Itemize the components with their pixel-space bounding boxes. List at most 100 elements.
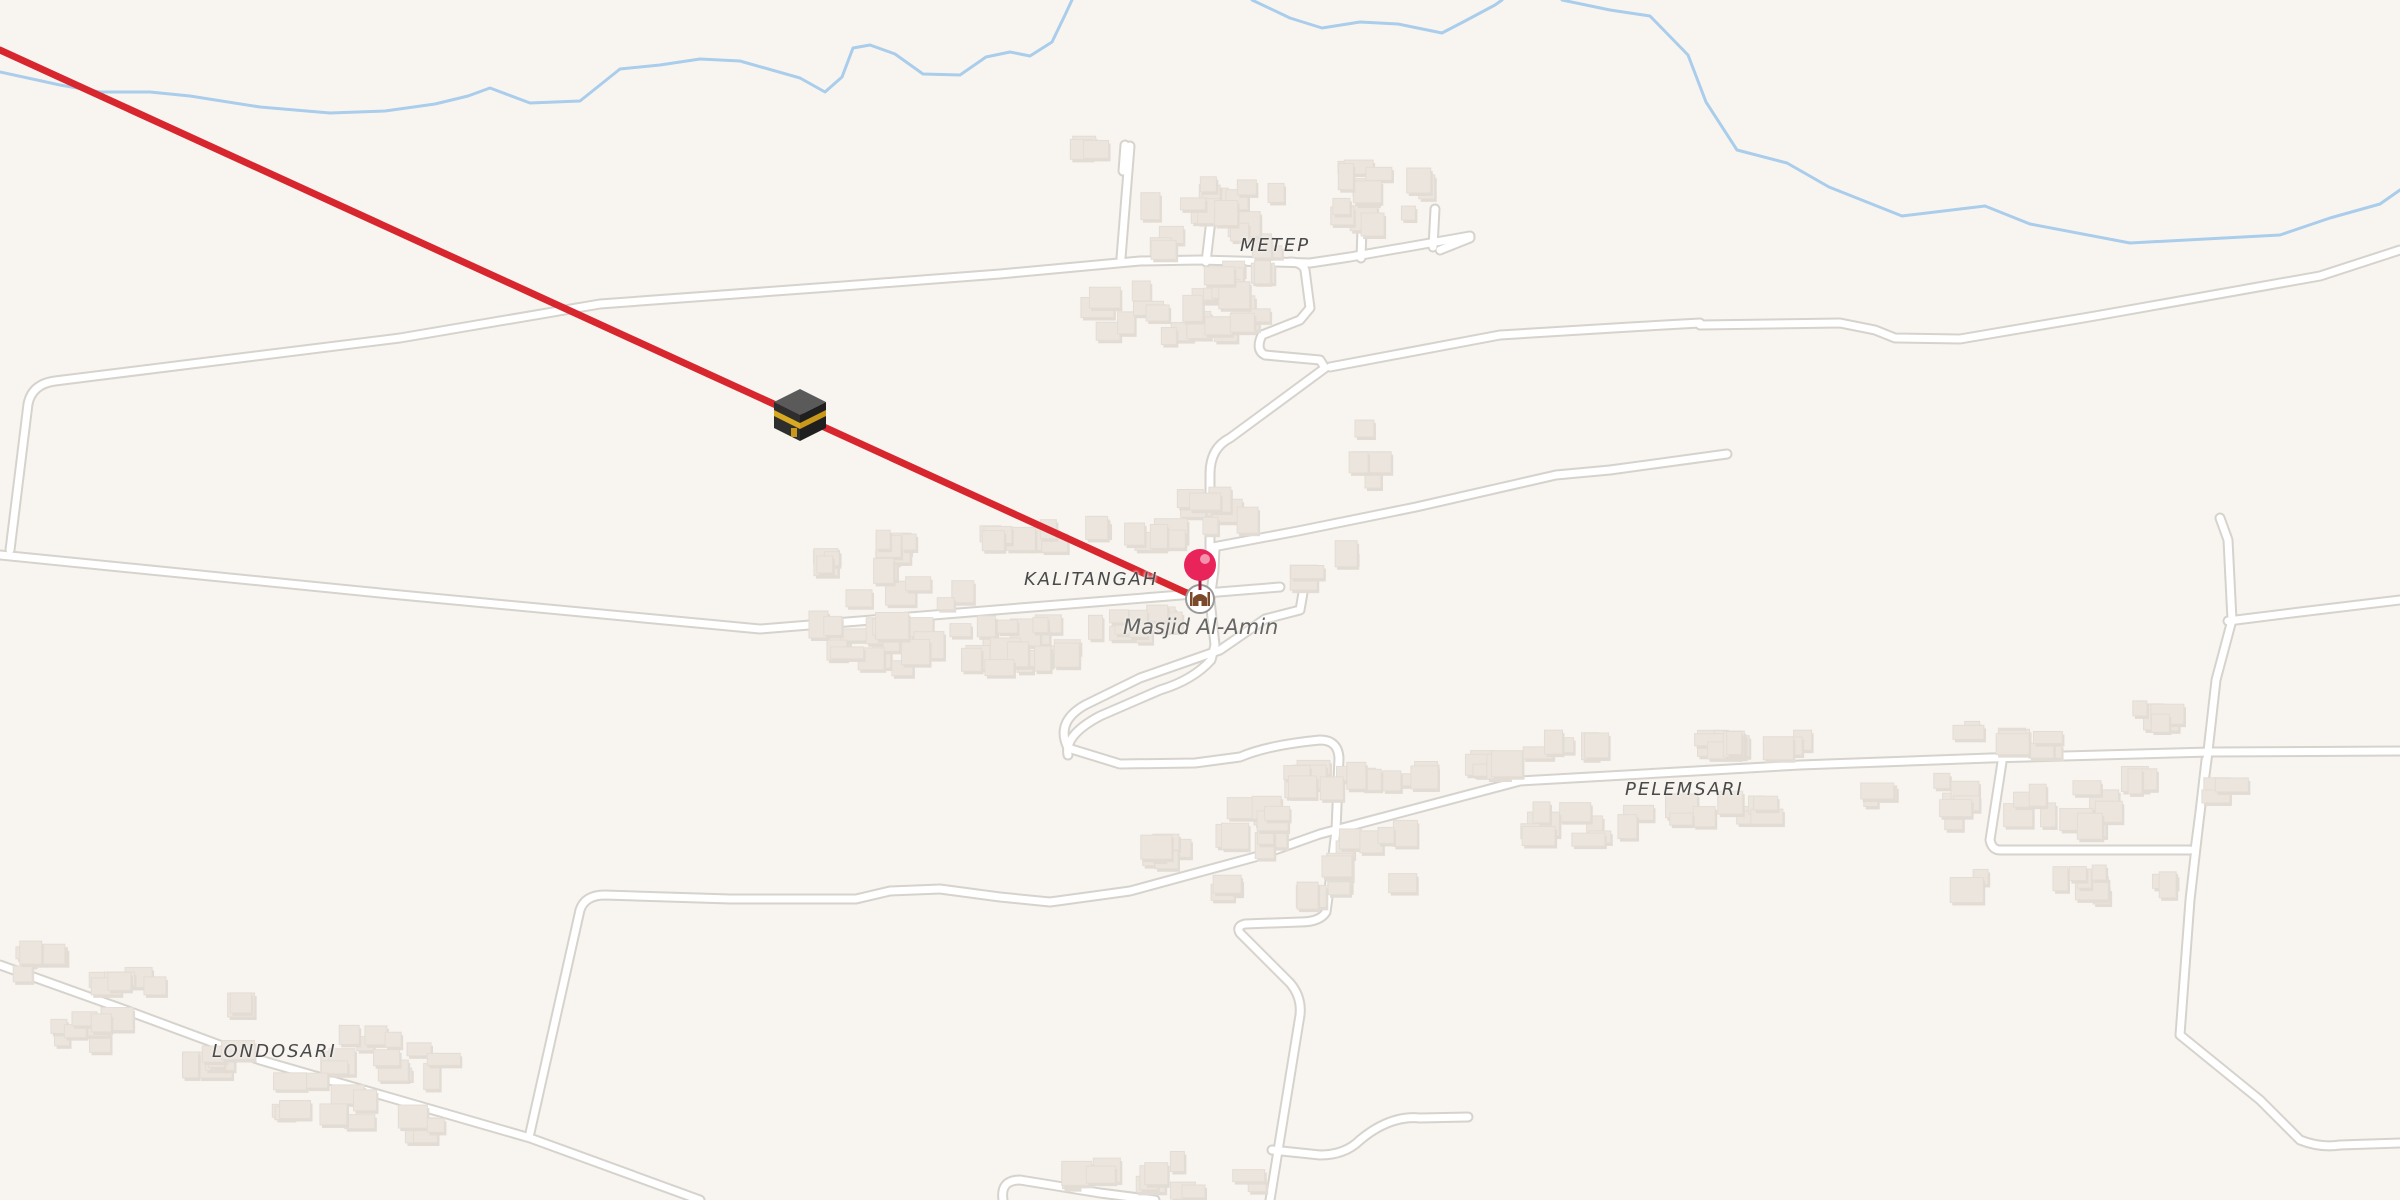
building xyxy=(1088,614,1104,640)
building xyxy=(905,576,932,592)
building xyxy=(2158,871,2177,899)
building xyxy=(1332,197,1351,215)
building xyxy=(384,1031,402,1048)
building xyxy=(873,557,895,584)
building xyxy=(936,597,955,611)
building xyxy=(1388,873,1418,894)
building xyxy=(2132,700,2148,717)
building xyxy=(352,1089,377,1112)
building xyxy=(1140,834,1173,860)
building xyxy=(1762,736,1794,761)
building xyxy=(1204,316,1233,336)
building xyxy=(1753,795,1779,811)
building xyxy=(1860,782,1895,800)
building xyxy=(221,1040,256,1061)
building xyxy=(364,1025,388,1046)
building xyxy=(373,1049,401,1067)
building xyxy=(2214,777,2249,793)
building xyxy=(279,1100,312,1120)
building xyxy=(830,646,865,660)
building xyxy=(1232,1169,1266,1183)
building xyxy=(273,1072,308,1091)
building xyxy=(816,555,834,574)
building xyxy=(1214,199,1239,226)
building xyxy=(2068,866,2087,882)
building xyxy=(1669,812,1694,826)
building xyxy=(1559,802,1592,823)
building xyxy=(1189,492,1222,511)
building xyxy=(1085,1165,1116,1184)
building xyxy=(319,1103,348,1126)
building xyxy=(2032,731,2063,745)
building xyxy=(1521,826,1556,847)
building xyxy=(1179,197,1206,211)
building xyxy=(1182,294,1204,322)
kaaba-icon[interactable] xyxy=(774,389,826,441)
building xyxy=(875,611,910,640)
building xyxy=(1124,522,1146,546)
building xyxy=(1160,327,1177,346)
building xyxy=(996,619,1018,634)
building xyxy=(1584,732,1610,759)
building xyxy=(1382,770,1402,792)
building xyxy=(1264,805,1291,821)
building xyxy=(1203,266,1235,286)
building xyxy=(1088,286,1121,309)
building xyxy=(1236,506,1259,534)
building xyxy=(1229,312,1255,333)
building xyxy=(1995,733,2030,756)
building xyxy=(1296,881,1319,910)
building xyxy=(1236,179,1257,196)
building xyxy=(1949,877,1984,904)
building xyxy=(2141,768,2158,791)
map-canvas[interactable]: METEP KALITANGAH PELEMSARI LONDOSARI Mas… xyxy=(0,0,2400,1200)
building xyxy=(306,1072,329,1089)
building xyxy=(1149,523,1168,549)
building xyxy=(960,647,982,672)
building xyxy=(1253,260,1271,285)
building xyxy=(1933,772,1951,789)
building xyxy=(976,615,996,638)
building xyxy=(426,1117,445,1133)
building xyxy=(107,971,132,991)
building xyxy=(1117,311,1136,335)
building xyxy=(1145,304,1170,322)
building xyxy=(338,1024,360,1045)
building xyxy=(1032,616,1049,633)
building xyxy=(1717,790,1744,815)
building xyxy=(1290,564,1325,579)
building xyxy=(1532,801,1551,824)
building xyxy=(1199,176,1217,193)
building xyxy=(397,1104,428,1129)
building xyxy=(900,639,930,666)
building xyxy=(1327,881,1351,896)
building xyxy=(2013,791,2031,808)
building xyxy=(1212,874,1242,894)
building xyxy=(949,623,972,638)
map-layer xyxy=(0,0,2400,1200)
building xyxy=(1082,139,1109,159)
building xyxy=(1221,822,1250,850)
building xyxy=(1319,776,1344,801)
building xyxy=(344,1114,376,1130)
building xyxy=(1287,775,1317,799)
building xyxy=(1490,750,1523,778)
building xyxy=(1131,280,1151,302)
building xyxy=(1952,724,1985,740)
building xyxy=(1377,826,1395,844)
building xyxy=(143,976,167,996)
building xyxy=(229,992,252,1014)
building xyxy=(2072,780,2102,796)
building xyxy=(1360,212,1385,237)
building xyxy=(1348,451,1369,474)
building xyxy=(1571,832,1606,847)
building xyxy=(2150,713,2170,733)
building xyxy=(1267,182,1285,203)
building xyxy=(1181,1184,1206,1199)
building xyxy=(1034,645,1052,672)
building xyxy=(845,589,873,608)
building xyxy=(1085,515,1109,540)
qibla-direction-line xyxy=(0,46,1204,603)
building xyxy=(2127,768,2143,795)
building-footprints xyxy=(12,135,2251,1200)
